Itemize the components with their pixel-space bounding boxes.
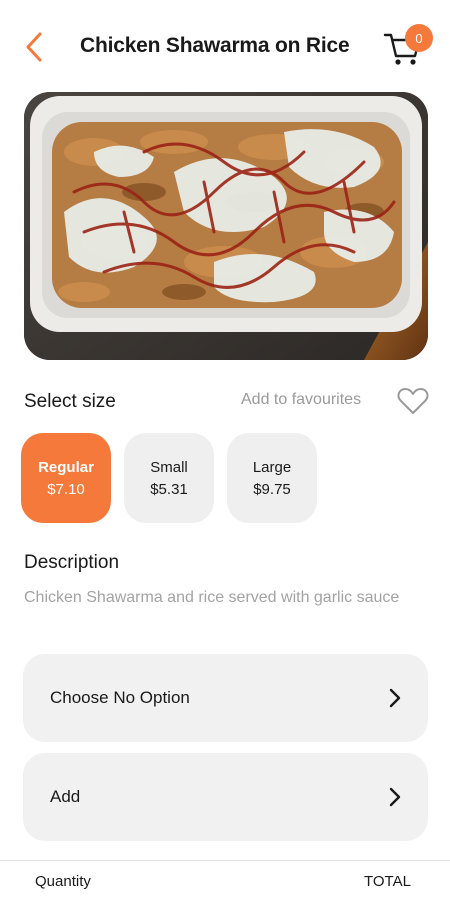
product-image [24, 92, 428, 360]
size-option-price: $7.10 [47, 480, 85, 498]
description-heading: Description [24, 552, 120, 573]
size-option-small[interactable]: Small $5.31 [124, 433, 214, 523]
option-row-label: Choose No Option [50, 688, 190, 707]
total-label: TOTAL [364, 873, 411, 890]
size-option-large[interactable]: Large $9.75 [227, 433, 317, 523]
add-to-favourites-label[interactable]: Add to favourites [241, 391, 361, 409]
chevron-right-icon [389, 688, 401, 708]
chevron-right-icon [389, 787, 401, 807]
select-size-heading: Select size [24, 391, 116, 412]
product-detail-screen: Chicken Shawarma on Rice 0 Select size A… [0, 0, 450, 900]
footer-divider [0, 860, 450, 861]
size-option-price: $5.31 [150, 480, 188, 498]
size-option-name: Regular [38, 458, 94, 476]
chevron-left-icon [26, 32, 42, 62]
add-extras-row[interactable]: Add [23, 753, 428, 841]
header: Chicken Shawarma on Rice 0 [0, 0, 450, 90]
favourite-button[interactable] [396, 385, 430, 417]
size-option-name: Large [252, 458, 292, 476]
size-option-regular[interactable]: Regular $7.10 [21, 433, 111, 523]
heart-outline-icon [397, 388, 429, 414]
description-text: Chicken Shawarma and rice served with ga… [24, 589, 400, 606]
cart-count-badge: 0 [405, 24, 433, 52]
choose-option-row[interactable]: Choose No Option [23, 654, 428, 742]
page-title: Chicken Shawarma on Rice [80, 34, 350, 57]
quantity-label: Quantity [35, 873, 91, 890]
option-row-label: Add [50, 787, 81, 806]
size-option-price: $9.75 [253, 480, 291, 498]
back-button[interactable] [20, 30, 50, 64]
size-option-name: Small [150, 458, 188, 476]
